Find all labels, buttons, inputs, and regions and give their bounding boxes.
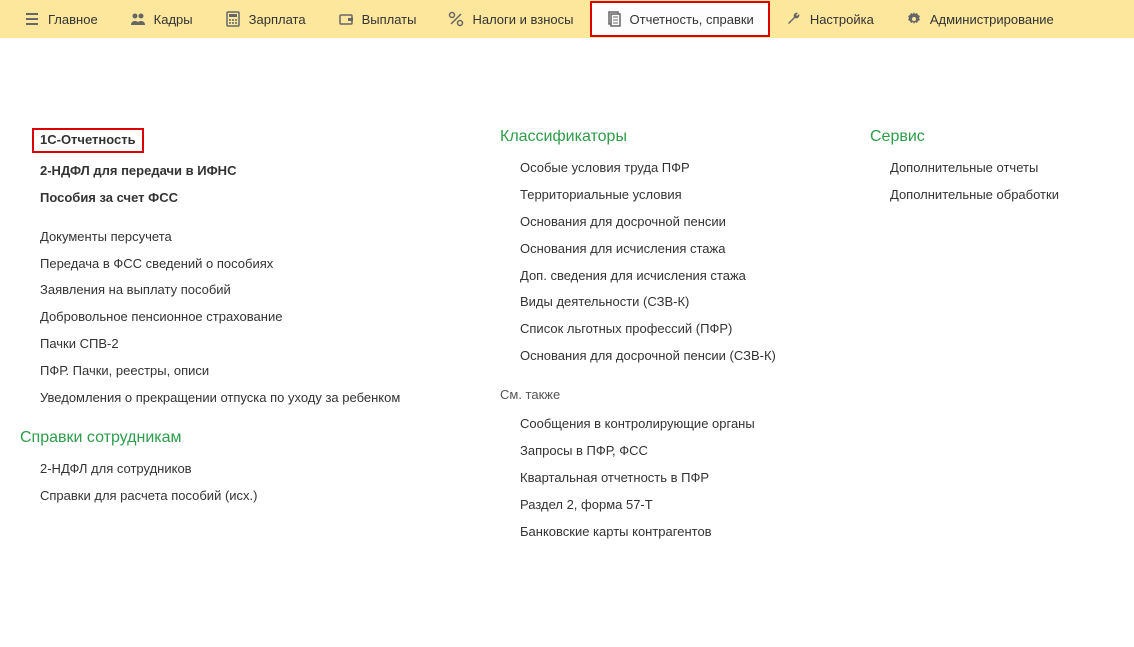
nav-item-reports[interactable]: Отчетность, справки bbox=[590, 1, 770, 37]
link-item[interactable]: Банковские карты контрагентов bbox=[520, 524, 810, 541]
nav-label: Выплаты bbox=[362, 12, 417, 27]
nav-item-main[interactable]: Главное bbox=[8, 1, 114, 37]
gear-icon bbox=[906, 11, 922, 27]
nav-label: Администрирование bbox=[930, 12, 1054, 27]
link-fss-benefits[interactable]: Пособия за счет ФСС bbox=[40, 190, 420, 207]
link-item[interactable]: Территориальные условия bbox=[520, 187, 810, 204]
link-item[interactable]: Квартальная отчетность в ПФР bbox=[520, 470, 810, 487]
employee-refs-list: 2-НДФЛ для сотрудников Справки для расче… bbox=[20, 461, 420, 505]
calc-icon bbox=[225, 11, 241, 27]
link-item[interactable]: Запросы в ПФР, ФСС bbox=[520, 443, 810, 460]
doc-icon bbox=[606, 11, 622, 27]
content-area: 1С-Отчетность 2-НДФЛ для передачи в ИФНС… bbox=[0, 38, 1134, 603]
nav-label: Отчетность, справки bbox=[630, 12, 754, 27]
service-list: Дополнительные отчеты Дополнительные обр… bbox=[870, 160, 1090, 204]
wrench-icon bbox=[786, 11, 802, 27]
link-item[interactable]: ПФР. Пачки, реестры, описи bbox=[40, 363, 420, 380]
link-item[interactable]: Виды деятельности (СЗВ-К) bbox=[520, 294, 810, 311]
percent-icon bbox=[448, 11, 464, 27]
column-1: 1С-Отчетность 2-НДФЛ для передачи в ИФНС… bbox=[20, 128, 420, 563]
nav-item-salary[interactable]: Зарплата bbox=[209, 1, 322, 37]
link-item[interactable]: Основания для досрочной пенсии bbox=[520, 214, 810, 231]
link-item[interactable]: Основания для исчисления стажа bbox=[520, 241, 810, 258]
section-head-service: Сервис bbox=[870, 128, 1090, 146]
link-item[interactable]: Сообщения в контролирующие органы bbox=[520, 416, 810, 433]
link-item[interactable]: Справки для расчета пособий (исх.) bbox=[40, 488, 420, 505]
menu-icon bbox=[24, 11, 40, 27]
nav-label: Зарплата bbox=[249, 12, 306, 27]
link-item[interactable]: Доп. сведения для исчисления стажа bbox=[520, 268, 810, 285]
nav-item-admin[interactable]: Администрирование bbox=[890, 1, 1070, 37]
link-item[interactable]: Раздел 2, форма 57-Т bbox=[520, 497, 810, 514]
link-item[interactable]: Дополнительные обработки bbox=[890, 187, 1090, 204]
column-2: Классификаторы Особые условия труда ПФР … bbox=[500, 128, 810, 563]
link-item[interactable]: Передача в ФСС сведений о пособиях bbox=[40, 256, 420, 273]
see-also-label: См. также bbox=[500, 387, 810, 402]
nav-label: Кадры bbox=[154, 12, 193, 27]
link-item[interactable]: Заявления на выплату пособий bbox=[40, 282, 420, 299]
column-3: Сервис Дополнительные отчеты Дополнитель… bbox=[870, 128, 1090, 563]
link-2ndfl-ifns[interactable]: 2-НДФЛ для передачи в ИФНС bbox=[40, 163, 420, 180]
link-item[interactable]: Особые условия труда ПФР bbox=[520, 160, 810, 177]
nav-item-settings[interactable]: Настройка bbox=[770, 1, 890, 37]
section-head-classifiers: Классификаторы bbox=[500, 128, 810, 146]
link-item[interactable]: Пачки СПВ-2 bbox=[40, 336, 420, 353]
link-item[interactable]: Уведомления о прекращении отпуска по ухо… bbox=[40, 390, 420, 407]
bold-links: 1С-Отчетность 2-НДФЛ для передачи в ИФНС… bbox=[20, 128, 420, 207]
nav-item-taxes[interactable]: Налоги и взносы bbox=[432, 1, 589, 37]
nav-label: Главное bbox=[48, 12, 98, 27]
link-item[interactable]: 2-НДФЛ для сотрудников bbox=[40, 461, 420, 478]
link-item[interactable]: Добровольное пенсионное страхование bbox=[40, 309, 420, 326]
link-item[interactable]: Основания для досрочной пенсии (СЗВ-К) bbox=[520, 348, 810, 365]
nav-item-personnel[interactable]: Кадры bbox=[114, 1, 209, 37]
classifiers-list: Особые условия труда ПФР Территориальные… bbox=[500, 160, 810, 365]
people-icon bbox=[130, 11, 146, 27]
regular-links-1: Документы персучета Передача в ФСС сведе… bbox=[20, 229, 420, 407]
wallet-icon bbox=[338, 11, 354, 27]
link-item[interactable]: Документы персучета bbox=[40, 229, 420, 246]
top-navigation: Главное Кадры Зарплата Выплаты Налоги и … bbox=[0, 0, 1134, 38]
link-item[interactable]: Дополнительные отчеты bbox=[890, 160, 1090, 177]
link-1c-reporting[interactable]: 1С-Отчетность bbox=[32, 128, 144, 153]
nav-label: Настройка bbox=[810, 12, 874, 27]
link-item[interactable]: Список льготных профессий (ПФР) bbox=[520, 321, 810, 338]
section-head-employee-refs: Справки сотрудникам bbox=[20, 429, 420, 447]
nav-item-payments[interactable]: Выплаты bbox=[322, 1, 433, 37]
nav-label: Налоги и взносы bbox=[472, 12, 573, 27]
see-also-list: Сообщения в контролирующие органы Запрос… bbox=[500, 416, 810, 540]
